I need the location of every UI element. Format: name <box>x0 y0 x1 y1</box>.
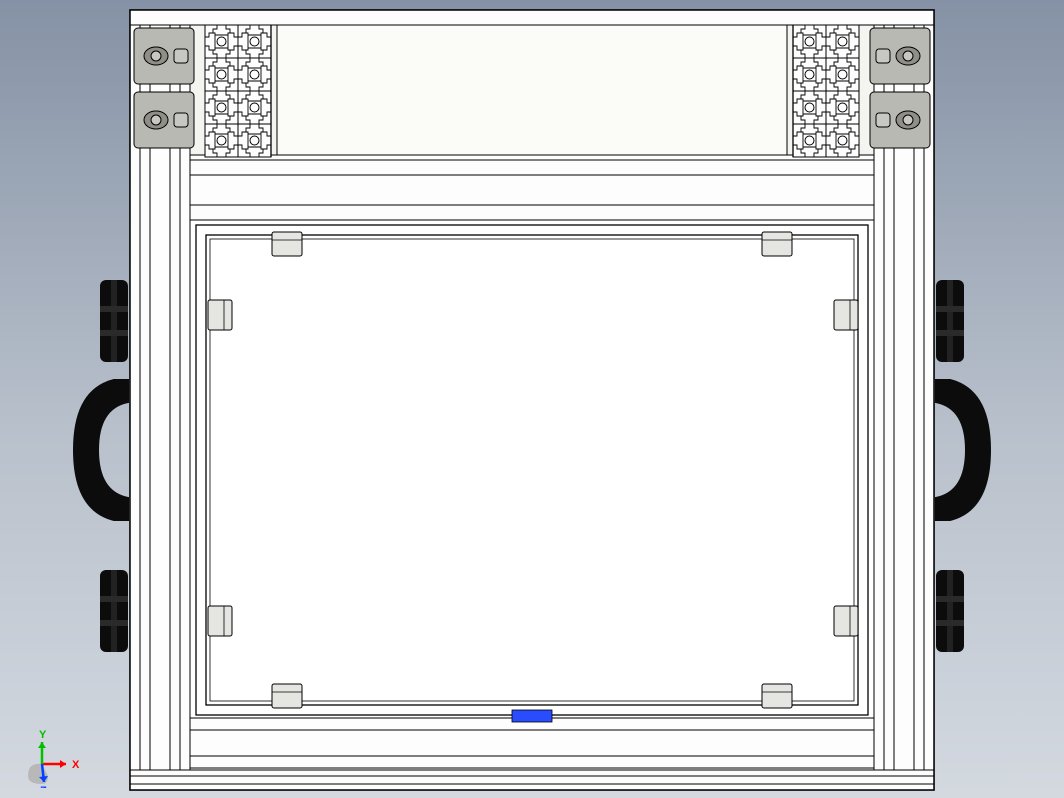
bracket-top-left-upper <box>134 28 194 84</box>
handle-left <box>74 380 128 520</box>
svg-text:Y: Y <box>39 729 47 741</box>
hinge-right-upper <box>936 280 964 362</box>
hinge-left-lower <box>100 570 128 652</box>
hinge-left-upper <box>100 280 128 362</box>
axis-y-icon: Y <box>38 729 47 764</box>
frame-bottom-rail <box>130 770 934 790</box>
cad-front-view <box>0 0 1064 798</box>
axis-x-icon: X <box>42 759 80 771</box>
svg-text:Z: Z <box>40 785 47 788</box>
top-extrusion-left <box>205 25 271 157</box>
svg-text:X: X <box>72 759 80 771</box>
orientation-triad-icon: X Y Z <box>20 728 80 788</box>
bracket-top-right-upper <box>870 28 930 84</box>
handle-right <box>936 380 990 520</box>
top-crossbar <box>190 25 874 160</box>
blue-marker-icon <box>512 710 552 722</box>
front-panel <box>210 239 854 701</box>
bracket-top-left-lower <box>134 92 194 148</box>
frame-top-rail <box>130 10 934 25</box>
bracket-top-right-lower <box>870 92 930 148</box>
hinge-right-lower <box>936 570 964 652</box>
top-extrusion-right <box>793 25 859 157</box>
